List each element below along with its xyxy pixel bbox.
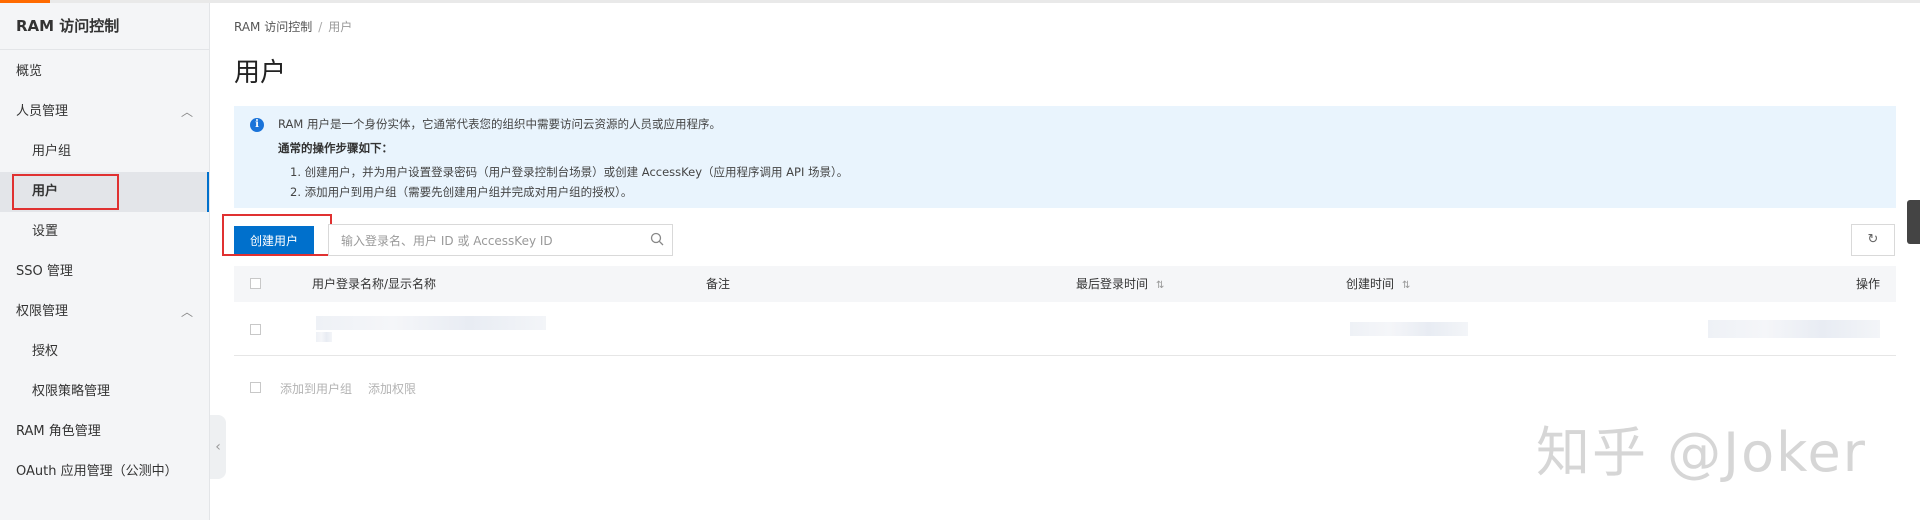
breadcrumb-current: 用户 bbox=[328, 20, 353, 34]
sidebar-item-label: 权限管理 bbox=[16, 304, 69, 319]
sidebar: RAM 访问控制 概览 人员管理 ︿ 用户组 用户 设置 SSO 管理 权限管理… bbox=[0, 3, 210, 520]
sidebar-collapse-handle[interactable]: ‹ bbox=[210, 415, 226, 479]
sidebar-item-grants[interactable]: 授权 bbox=[0, 332, 209, 372]
sidebar-item-overview[interactable]: 概览 bbox=[0, 52, 209, 92]
highlight-box-create bbox=[222, 214, 332, 256]
redacted-actions bbox=[1708, 320, 1880, 338]
breadcrumb-root[interactable]: RAM 访问控制 bbox=[234, 20, 312, 34]
search-input[interactable] bbox=[339, 225, 643, 257]
column-header-last-login[interactable]: 最后登录时间 ⇅ bbox=[1076, 266, 1164, 302]
column-header-label: 最后登录时间 bbox=[1076, 277, 1149, 291]
notice-steps-title: 通常的操作步骤如下： bbox=[278, 141, 393, 155]
redacted-display-name bbox=[316, 332, 332, 342]
watermark: 知乎 @Joker bbox=[1536, 421, 1867, 484]
breadcrumb-separator: / bbox=[318, 20, 323, 34]
sort-icon[interactable]: ⇅ bbox=[1156, 280, 1164, 291]
sidebar-item-sso[interactable]: SSO 管理 bbox=[0, 252, 209, 292]
search-icon[interactable] bbox=[650, 232, 664, 246]
info-notice: i RAM 用户是一个身份实体，它通常代表您的组织中需要访问云资源的人员或应用程… bbox=[234, 106, 1896, 208]
notice-step-2: 2. 添加用户到用户组（需要先创建用户组并完成对用户组的授权）。 bbox=[290, 185, 633, 199]
add-to-group-link[interactable]: 添加到用户组 bbox=[280, 380, 352, 397]
breadcrumb: RAM 访问控制 / 用户 bbox=[234, 18, 352, 35]
column-header-username: 用户登录名称/显示名称 bbox=[312, 277, 437, 291]
sidebar-item-user-groups[interactable]: 用户组 bbox=[0, 132, 209, 172]
sidebar-item-label: 设置 bbox=[32, 224, 59, 239]
sidebar-item-settings[interactable]: 设置 bbox=[0, 212, 209, 252]
page-title: 用户 bbox=[234, 58, 287, 88]
sidebar-item-ram-roles[interactable]: RAM 角色管理 bbox=[0, 412, 209, 452]
chevron-up-icon: ︿ bbox=[180, 105, 193, 119]
table-row bbox=[234, 302, 1896, 356]
highlight-box-users bbox=[12, 174, 119, 210]
sidebar-item-label: 人员管理 bbox=[16, 104, 69, 119]
notice-intro: RAM 用户是一个身份实体，它通常代表您的组织中需要访问云资源的人员或应用程序。 bbox=[278, 117, 721, 131]
refresh-button[interactable]: ↻ bbox=[1851, 224, 1895, 256]
column-header-remark: 备注 bbox=[706, 277, 731, 291]
sidebar-item-label: OAuth 应用管理（公测中） bbox=[16, 464, 178, 479]
sidebar-item-policies[interactable]: 权限策略管理 bbox=[0, 372, 209, 412]
sort-icon[interactable]: ⇅ bbox=[1402, 280, 1410, 291]
sidebar-item-permissions[interactable]: 权限管理 ︿ bbox=[0, 292, 209, 332]
sidebar-item-oauth-apps[interactable]: OAuth 应用管理（公测中） bbox=[0, 452, 209, 492]
row-checkbox[interactable] bbox=[250, 324, 261, 335]
sidebar-item-label: 权限策略管理 bbox=[32, 384, 111, 399]
redacted-username bbox=[316, 316, 546, 330]
column-header-label: 创建时间 bbox=[1346, 277, 1395, 291]
sidebar-item-label: 用户组 bbox=[32, 144, 72, 159]
table-header: 用户登录名称/显示名称 备注 最后登录时间 ⇅ 创建时间 ⇅ 操作 bbox=[234, 266, 1896, 302]
sidebar-item-label: 授权 bbox=[32, 344, 59, 359]
top-bar bbox=[0, 0, 1920, 3]
sidebar-item-label: SSO 管理 bbox=[16, 264, 73, 279]
refresh-icon: ↻ bbox=[1867, 232, 1879, 247]
sidebar-title: RAM 访问控制 bbox=[0, 3, 209, 50]
redacted-created-time bbox=[1350, 322, 1468, 336]
edge-handle[interactable] bbox=[1907, 200, 1920, 244]
sidebar-item-label: 概览 bbox=[16, 64, 43, 79]
notice-step-1: 1. 创建用户，并为用户设置登录密码（用户登录控制台场景）或创建 AccessK… bbox=[290, 165, 849, 179]
search-box bbox=[328, 224, 673, 257]
add-permission-link[interactable]: 添加权限 bbox=[368, 380, 416, 397]
sidebar-item-label: RAM 角色管理 bbox=[16, 424, 101, 439]
info-icon: i bbox=[250, 118, 264, 132]
footer-select-checkbox[interactable] bbox=[250, 382, 261, 393]
chevron-up-icon: ︿ bbox=[180, 305, 193, 319]
column-header-created[interactable]: 创建时间 ⇅ bbox=[1346, 266, 1410, 302]
select-all-checkbox[interactable] bbox=[250, 278, 261, 289]
column-header-actions: 操作 bbox=[1856, 277, 1881, 291]
sidebar-item-identities[interactable]: 人员管理 ︿ bbox=[0, 92, 209, 132]
